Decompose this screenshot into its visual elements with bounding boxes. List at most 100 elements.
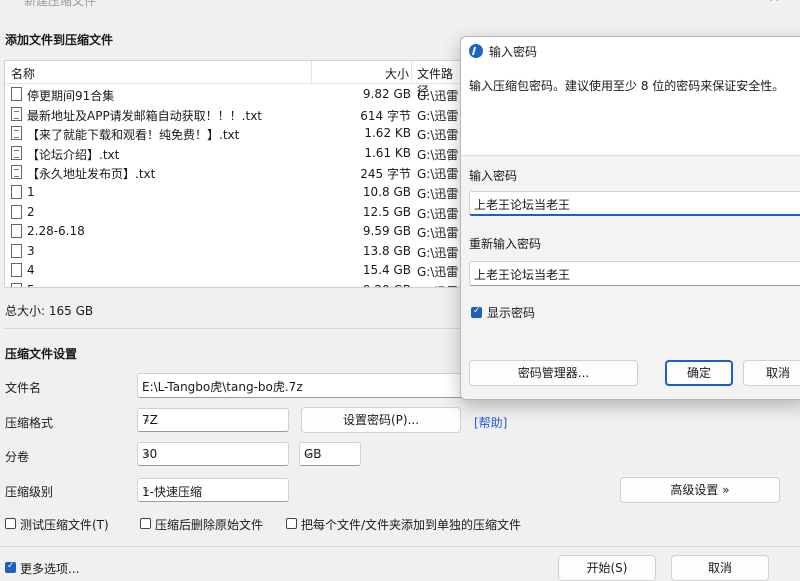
file-size: 9.20 GB (363, 283, 411, 287)
more-options-label[interactable]: 更多选项... (20, 560, 79, 577)
file-size: 9.59 GB (362, 224, 411, 239)
file-icon (11, 283, 22, 287)
file-row[interactable]: 2 12.5 GB G:\迅雷 (5, 203, 463, 223)
confirm-password-label: 重新输入密码 (469, 237, 542, 251)
file-row[interactable]: 5 9.20 GB G:\迅雷 (5, 281, 463, 287)
advanced-settings-button[interactable]: 高级设置 » (620, 477, 780, 503)
separate-archives-label[interactable]: 把每个文件/文件夹添加到单独的压缩文件 (301, 516, 521, 533)
separate-archives-checkbox[interactable] (286, 518, 297, 529)
password-input[interactable]: 上老王论坛当老王 (469, 191, 800, 216)
split-unit-select[interactable]: GB ⌄ (299, 442, 361, 466)
close-icon[interactable]: ✕ (768, 0, 780, 6)
file-name: 2 (27, 204, 35, 219)
file-size: 15.4 GB (362, 263, 411, 278)
column-header-name[interactable]: 名称 (11, 65, 35, 82)
chevron-down-icon: ⌄ (142, 446, 152, 459)
file-row[interactable]: 【来了就能下载和观看！纯免费！】.txt 1.62 KB G:\迅雷 (5, 124, 463, 144)
cancel-button[interactable]: 取消 (671, 555, 769, 581)
file-row[interactable]: 【论坛介绍】.txt 1.61 KB G:\迅雷 (5, 144, 463, 164)
window-title: 新建压缩文件 (24, 0, 97, 8)
format-select[interactable]: 7Z ⌄ (137, 408, 289, 432)
start-button[interactable]: 开始(S) (558, 555, 656, 581)
add-files-heading: 添加文件到压缩文件 (5, 33, 114, 47)
more-options-checkbox[interactable] (5, 561, 16, 573)
file-row[interactable]: 1 10.8 GB G:\迅雷 (5, 183, 463, 203)
file-size: 245 字节 (360, 167, 411, 182)
password-dialog: 输入密码 输入压缩包密码。建议使用至少 8 位的密码来保证安全性。 输入密码 上… (460, 36, 800, 400)
file-name: 1 (27, 185, 35, 199)
file-size: 1.62 KB (364, 126, 411, 141)
delete-after-checkbox[interactable] (140, 518, 151, 529)
file-row[interactable]: 【永久地址发布页】.txt 245 字节 G:\迅雷 (5, 163, 463, 183)
text-file-icon (11, 145, 22, 160)
app-logo-icon (469, 44, 483, 58)
file-size: 13.8 GB (362, 243, 411, 258)
file-path: G:\迅雷 (417, 147, 459, 162)
confirm-password-value: 上老王论坛当老王 (474, 268, 571, 282)
total-size: 总大小: 165 GB (5, 304, 94, 318)
split-select[interactable]: 30 ⌄ (137, 442, 289, 466)
file-path: G:\迅雷 (417, 167, 459, 182)
file-row[interactable]: 2.28-6.18 9.59 GB G:\迅雷 (5, 222, 463, 242)
ok-button[interactable]: 确定 (665, 360, 733, 386)
confirm-password-input[interactable]: 上老王论坛当老王 (469, 261, 800, 286)
file-path: G:\迅雷 (417, 226, 459, 241)
delete-after-label[interactable]: 压缩后删除原始文件 (155, 516, 263, 533)
file-path: G:\迅雷 (417, 206, 459, 221)
file-path: G:\迅雷 (417, 108, 459, 123)
file-path: G:\迅雷 (417, 283, 458, 287)
password-value: 上老王论坛当老王 (474, 198, 571, 212)
file-size: 1.61 KB (364, 145, 411, 160)
set-password-button-label: 设置密码(P)... (342, 413, 420, 427)
ok-button-label: 确定 (686, 366, 711, 380)
set-password-button[interactable]: 设置密码(P)... (301, 407, 461, 433)
text-file-icon (11, 165, 22, 180)
file-row[interactable]: 3 13.8 GB G:\迅雷 (5, 242, 463, 262)
file-size: 12.5 GB (362, 204, 411, 219)
file-name: 4 (27, 263, 35, 278)
start-button-label: 开始(S) (586, 561, 628, 575)
file-list[interactable]: 名称 大小 文件路径 停更期间91合集 9.82 GB G:\迅雷 最新地址及APP请… (4, 60, 464, 288)
file-name: 3 (27, 243, 35, 258)
file-icon (11, 263, 22, 278)
file-size: 9.82 GB (362, 87, 411, 101)
file-row[interactable]: 停更期间91合集 9.82 GB G:\迅雷 (5, 85, 463, 105)
show-password-label[interactable]: 显示密码 (487, 304, 535, 321)
dialog-cancel-label: 取消 (765, 366, 790, 380)
footer-divider (0, 546, 800, 547)
split-label: 分卷 (5, 450, 30, 464)
text-file-icon (11, 126, 22, 141)
dialog-cancel-button[interactable]: 取消 (743, 360, 800, 386)
file-icon (11, 204, 22, 219)
file-name: 最新地址及APP请发邮箱自动获取！！！.txt (27, 108, 263, 123)
file-name: 【论坛介绍】.txt (27, 147, 120, 162)
file-path: G:\迅雷 (417, 265, 459, 280)
chevron-down-icon: ⌄ (142, 482, 152, 495)
chevron-down-icon: ⌄ (142, 412, 152, 425)
settings-heading: 压缩文件设置 (5, 347, 78, 361)
file-name: 5 (27, 283, 35, 287)
column-header-size[interactable]: 大小 (385, 65, 409, 82)
cancel-button-label: 取消 (707, 561, 732, 575)
file-path: G:\迅雷 (417, 128, 459, 143)
file-row[interactable]: 4 15.4 GB G:\迅雷 (5, 261, 463, 281)
file-name: 【来了就能下载和观看！纯免费！】.txt (27, 128, 240, 143)
help-link[interactable]: [帮助] (474, 414, 507, 431)
file-name: 【永久地址发布页】.txt (27, 167, 156, 182)
test-archive-label[interactable]: 测试压缩文件(T) (20, 516, 109, 533)
filename-label: 文件名 (5, 381, 42, 395)
level-label: 压缩级别 (5, 485, 54, 499)
file-path: G:\迅雷 (417, 89, 459, 103)
window-titlebar: 新建压缩文件 ✕ (0, 0, 800, 8)
file-row[interactable]: 最新地址及APP请发邮箱自动获取！！！.txt 614 字节 G:\迅雷 (5, 105, 463, 125)
file-list-header: 名称 大小 文件路径 (5, 61, 463, 98)
show-password-checkbox[interactable] (471, 306, 482, 318)
file-icon (11, 243, 22, 258)
chevron-down-icon: ⌄ (304, 446, 314, 459)
file-size: 10.8 GB (362, 185, 411, 199)
level-select[interactable]: 1-快速压缩 ⌄ (137, 478, 289, 502)
dialog-description: 输入压缩包密码。建议使用至少 8 位的密码来保证安全性。 (469, 79, 785, 93)
test-archive-checkbox[interactable] (5, 518, 16, 529)
dialog-title: 输入密码 (489, 45, 538, 59)
password-manager-button[interactable]: 密码管理器... (469, 360, 638, 386)
